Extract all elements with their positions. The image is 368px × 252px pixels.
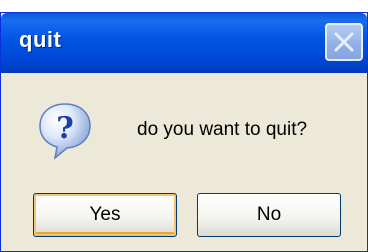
title-bar[interactable]: quit (1, 13, 367, 73)
no-button[interactable]: No (197, 193, 341, 237)
close-button[interactable] (325, 23, 363, 61)
close-icon (334, 32, 354, 52)
svg-text:?: ? (56, 111, 74, 146)
dialog-message: do you want to quit? (137, 119, 308, 140)
quit-dialog: quit ? do you want to quit? Yes No (0, 12, 368, 252)
yes-button[interactable]: Yes (33, 193, 177, 237)
dialog-title: quit (19, 27, 62, 52)
question-icon: ? (39, 103, 91, 160)
